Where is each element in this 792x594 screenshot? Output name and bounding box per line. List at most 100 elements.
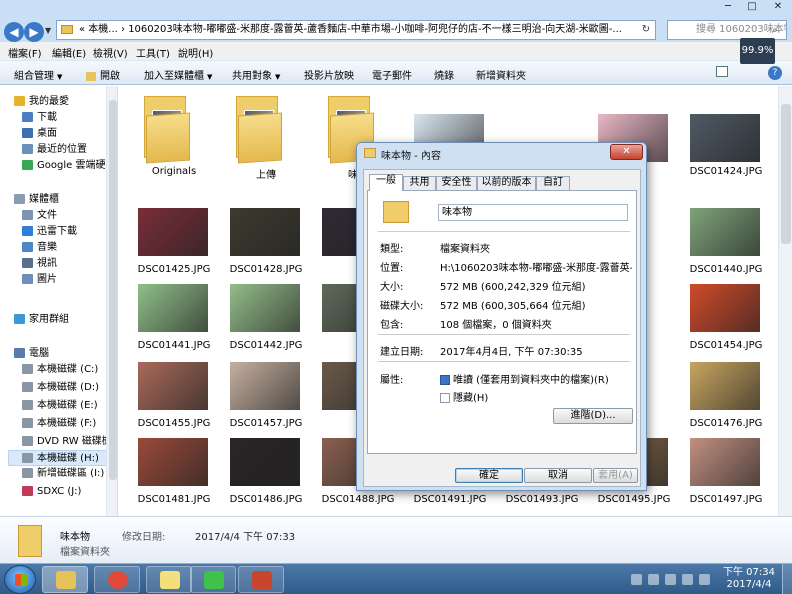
content-scrollbar[interactable] <box>778 86 792 516</box>
file-item[interactable]: DSC01424.JPG <box>680 108 764 186</box>
minimize-button[interactable]: ─ <box>716 0 740 14</box>
dialog-close-button[interactable]: ✕ <box>610 144 643 160</box>
taskbar-app-explorer[interactable] <box>42 566 88 593</box>
dialog-title-bar[interactable]: 味本物 - 內容 ✕ <box>357 143 646 165</box>
taskbar-app-chrome[interactable] <box>94 566 140 593</box>
help-tray-icon[interactable] <box>631 574 642 585</box>
taskbar-app-notes[interactable] <box>146 566 192 593</box>
nav-item-15[interactable]: 本機磁碟 (E:) <box>22 398 98 414</box>
nav-item-10[interactable]: 圖片 <box>22 272 57 288</box>
nav-item-0[interactable]: 我的最愛 <box>14 94 69 110</box>
file-label: DSC01441.JPG <box>137 340 211 351</box>
tab-previous-versions[interactable]: 以前的版本 <box>477 176 536 190</box>
ok-button[interactable]: 確定 <box>455 468 523 483</box>
open-label: 開啟 <box>100 71 120 82</box>
volume-tray-icon[interactable] <box>699 574 710 585</box>
search-input[interactable]: 搜尋 1060203味本物... <box>667 20 787 40</box>
clock[interactable]: 下午 07:34 2017/4/4 <box>720 567 778 591</box>
folder-item[interactable]: Originals <box>128 90 212 182</box>
file-item[interactable]: DSC01476.JPG <box>680 356 764 434</box>
nav-scrollbar[interactable] <box>106 86 117 516</box>
burn-button[interactable]: 燒錄 <box>434 67 454 82</box>
menu-view[interactable]: 檢視(V) <box>93 45 128 60</box>
notes-icon <box>160 571 180 589</box>
show-desktop-button[interactable] <box>782 564 792 594</box>
nav-item-11[interactable]: 家用群組 <box>14 312 69 328</box>
hidden-checkbox[interactable]: 隱藏(H) <box>440 389 488 404</box>
close-window-button[interactable]: ✕ <box>766 0 790 14</box>
taskbar-app-app[interactable] <box>238 566 284 593</box>
nav-item-1[interactable]: 下載 <box>22 110 57 126</box>
nav-item-12[interactable]: 電腦 <box>14 346 49 362</box>
readonly-checkbox[interactable]: 唯讀 (僅套用到資料夾中的檔案)(R) <box>440 371 609 386</box>
forward-arrow-icon[interactable]: ▶ <box>24 22 44 42</box>
nav-item-16[interactable]: 本機磁碟 (F:) <box>22 416 96 432</box>
nav-item-4[interactable]: Google 雲端硬 <box>22 158 105 174</box>
taskbar-app-line[interactable] <box>190 566 236 593</box>
nav-item-3[interactable]: 最近的位置 <box>22 142 87 158</box>
menu-tools[interactable]: 工具(T) <box>136 45 170 60</box>
change-view-icon[interactable] <box>716 66 728 77</box>
slideshow-button[interactable]: 投影片放映 <box>304 67 354 82</box>
add-to-library-button[interactable]: 加入至媒體櫃 ▼ <box>144 67 212 82</box>
menu-help[interactable]: 說明(H) <box>178 45 213 60</box>
network-tray-icon[interactable] <box>665 574 676 585</box>
menu-edit[interactable]: 編輯(E) <box>52 45 86 60</box>
menu-file[interactable]: 檔案(F) <box>8 45 42 60</box>
battery-tray-icon[interactable] <box>682 574 693 585</box>
search-icon[interactable]: ⌕ <box>772 25 778 36</box>
nav-item-20[interactable]: SDXC (J:) <box>22 484 81 500</box>
nav-scrollbar-thumb[interactable] <box>109 100 117 480</box>
file-item[interactable]: DSC01425.JPG <box>128 202 212 280</box>
nav-item-5[interactable]: 媒體櫃 <box>14 192 59 208</box>
file-item[interactable]: DSC01428.JPG <box>220 202 304 280</box>
nav-item-8[interactable]: 音樂 <box>22 240 57 256</box>
address-bar[interactable]: « 本機... › 1060203味本物-嘟嘟盛-米那度-露薈英-蘆香麵店-中華… <box>56 20 656 40</box>
refresh-icon[interactable]: ↻ <box>639 22 653 38</box>
email-button[interactable]: 電子郵件 <box>372 67 412 82</box>
tab-sharing[interactable]: 共用 <box>403 176 436 190</box>
file-item[interactable]: DSC01454.JPG <box>680 278 764 356</box>
photo-thumbnail <box>138 362 208 410</box>
open-button[interactable]: 開啟 <box>86 67 120 82</box>
file-item[interactable]: DSC01440.JPG <box>680 202 764 280</box>
nav-item-9[interactable]: 視訊 <box>22 256 57 272</box>
nav-item-13[interactable]: 本機磁碟 (C:) <box>22 362 98 378</box>
music-icon <box>22 242 33 252</box>
history-dropdown-icon[interactable]: ▼ <box>45 26 51 35</box>
notification-tray-icon[interactable] <box>648 574 659 585</box>
new-folder-button[interactable]: 新增資料夾 <box>476 67 526 82</box>
file-item[interactable]: DSC01441.JPG <box>128 278 212 356</box>
maximize-button[interactable]: □ <box>740 0 764 14</box>
content-scrollbar-thumb[interactable] <box>781 104 791 244</box>
sd-card-icon <box>22 486 33 496</box>
organize-button[interactable]: 組合管理 ▼ <box>14 67 62 82</box>
nav-item-18[interactable]: 本機磁碟 (H:) <box>8 450 114 466</box>
file-item[interactable]: DSC01486.JPG <box>220 432 304 510</box>
tab-security[interactable]: 安全性 <box>436 176 477 190</box>
nav-item-6[interactable]: 文件 <box>22 208 57 224</box>
start-button[interactable] <box>4 565 36 594</box>
tab-customize[interactable]: 自訂 <box>536 176 570 190</box>
windows-logo-icon <box>15 574 27 586</box>
back-arrow-icon[interactable]: ◀ <box>4 22 24 42</box>
advanced-button[interactable]: 進階(D)... <box>553 408 633 424</box>
share-with-button[interactable]: 共用對象 ▼ <box>232 67 280 82</box>
tab-general[interactable]: 一般 <box>369 174 403 191</box>
file-item[interactable]: DSC01442.JPG <box>220 278 304 356</box>
nav-item-19[interactable]: 新增磁碟區 (I:) <box>22 466 104 482</box>
file-item[interactable]: DSC01497.JPG <box>680 432 764 510</box>
nav-item-14[interactable]: 本機磁碟 (D:) <box>22 380 99 396</box>
file-item[interactable]: DSC01457.JPG <box>220 356 304 434</box>
help-icon[interactable]: ? <box>768 66 782 80</box>
nav-item-17[interactable]: DVD RW 磁碟機 <box>22 434 112 450</box>
apply-button[interactable]: 套用(A) <box>593 468 638 483</box>
file-item[interactable]: DSC01455.JPG <box>128 356 212 434</box>
cancel-button[interactable]: 取消 <box>524 468 592 483</box>
explorer-icon <box>56 571 76 589</box>
nav-item-2[interactable]: 桌面 <box>22 126 57 142</box>
file-item[interactable]: DSC01481.JPG <box>128 432 212 510</box>
nav-item-7[interactable]: 迅雷下載 <box>22 224 77 240</box>
folder-name-input[interactable]: 味本物 <box>438 204 628 221</box>
folder-item[interactable]: 上傳 <box>220 90 304 182</box>
